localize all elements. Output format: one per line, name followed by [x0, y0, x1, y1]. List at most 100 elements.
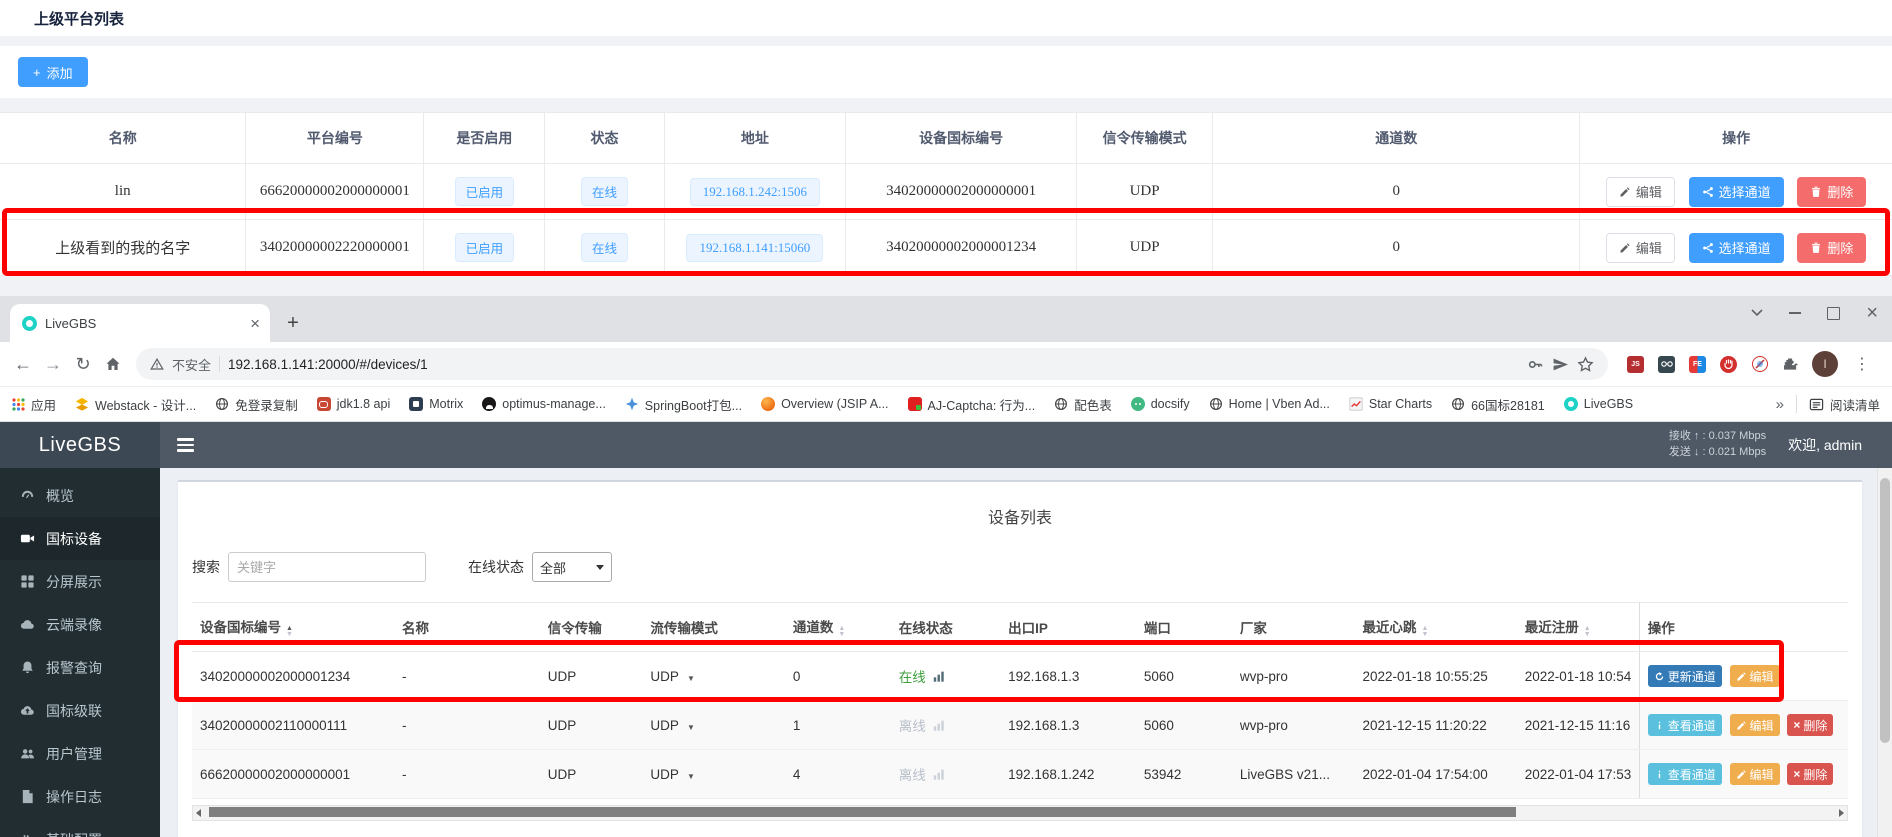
tab-close-icon[interactable]: ×	[250, 315, 260, 332]
profile-avatar[interactable]: I	[1812, 351, 1838, 377]
traffic-chart-icon	[932, 718, 946, 732]
col-header-transport: 信令传输模式	[1077, 113, 1213, 164]
col-header-heartbeat[interactable]: 最近心跳▲▼	[1354, 603, 1516, 652]
sort-icon[interactable]: ▲▼	[286, 626, 293, 638]
edit-button[interactable]: 编辑	[1730, 714, 1780, 736]
pencil-icon	[1736, 671, 1747, 682]
app-logo[interactable]: LiveGBS	[0, 422, 160, 468]
bookmark-star-charts[interactable]: Star Charts	[1349, 397, 1432, 411]
extension-glasses-icon[interactable]	[1657, 355, 1676, 374]
select-channel-button[interactable]: 选择通道	[1689, 233, 1784, 263]
forward-button[interactable]: →	[38, 349, 68, 379]
bookmark-star-icon[interactable]	[1577, 356, 1594, 373]
edit-button[interactable]: 编辑	[1606, 177, 1675, 207]
bookmark-apps[interactable]: 应用	[12, 395, 56, 414]
home-button[interactable]	[98, 349, 128, 379]
scrollbar-thumb[interactable]	[1880, 478, 1890, 743]
window-minimize-button[interactable]	[1789, 312, 1801, 314]
sidebar-item-alarm-query[interactable]: 报警查询	[0, 646, 160, 689]
extension-adblock-hand-icon[interactable]	[1719, 355, 1738, 374]
chevron-down-icon[interactable]	[1751, 309, 1763, 317]
bookmark-docsify[interactable]: docsify	[1131, 397, 1190, 411]
extension-js-icon[interactable]: JS	[1626, 355, 1645, 374]
bookmark-webstack[interactable]: Webstack - 设计...	[75, 395, 196, 414]
sort-icon[interactable]: ▲▼	[1584, 626, 1591, 638]
bookmark-color-table[interactable]: 配色表	[1054, 395, 1112, 414]
reading-list-button[interactable]: 阅读清单	[1809, 395, 1880, 414]
sidebar-item-split-screen[interactable]: 分屏展示	[0, 560, 160, 603]
edit-button[interactable]: 编辑	[1730, 763, 1780, 785]
online-status-select[interactable]: 全部	[532, 552, 612, 582]
sidebar-item-operation-log[interactable]: 操作日志	[0, 775, 160, 818]
col-header-actions: 操作	[1639, 603, 1848, 652]
reload-button[interactable]: ↻	[68, 349, 98, 379]
browser-tab[interactable]: LiveGBS ×	[10, 304, 270, 342]
device-row[interactable]: 66620000002000000001 - UDP UDP▼ 4 离线 192…	[192, 750, 1848, 799]
cell-stream-mode[interactable]: UDP▼	[642, 652, 784, 701]
scrollbar-thumb[interactable]	[209, 807, 1516, 817]
extension-blocker-icon[interactable]	[1750, 355, 1769, 374]
key-icon[interactable]	[1527, 356, 1544, 373]
bookmark-optimus[interactable]: optimus-manage...	[482, 397, 606, 411]
sidebar-item-cloud-recording[interactable]: 云端录像	[0, 603, 160, 646]
edit-button[interactable]: 编辑	[1730, 665, 1780, 687]
bookmark-vben-home[interactable]: Home | Vben Ad...	[1209, 397, 1330, 411]
url-text[interactable]: 192.168.1.141:20000/#/devices/1	[228, 357, 1519, 372]
add-platform-button[interactable]: + 添加	[18, 57, 88, 87]
select-channel-button[interactable]: 选择通道	[1689, 177, 1784, 207]
send-icon[interactable]	[1552, 356, 1569, 373]
window-close-button[interactable]: ×	[1866, 303, 1878, 323]
new-tab-button[interactable]: +	[278, 308, 308, 338]
bookmark-livegbs[interactable]: LiveGBS	[1564, 397, 1633, 411]
cell-stream-mode[interactable]: UDP▼	[642, 750, 784, 799]
window-maximize-button[interactable]	[1827, 307, 1840, 320]
edit-button[interactable]: 编辑	[1606, 233, 1675, 263]
view-channels-button[interactable]: 查看通道	[1648, 763, 1722, 785]
scroll-left-arrow-icon[interactable]	[196, 809, 201, 817]
bookmark-jdk-api[interactable]: jdk1.8 api	[317, 397, 391, 411]
sidebar-item-gb-devices[interactable]: 国标设备	[0, 517, 160, 560]
sort-icon[interactable]: ▲▼	[838, 626, 845, 638]
bookmark-copy-free[interactable]: 免登录复制	[215, 395, 298, 414]
device-table: 设备国标编号▲▼ 名称 信令传输 流传输模式 通道数▲▼ 在线状态 出口IP 端…	[192, 602, 1848, 799]
sidebar-item-overview[interactable]: 概览	[0, 474, 160, 517]
horizontal-scrollbar[interactable]	[192, 805, 1848, 821]
page-vertical-scrollbar[interactable]	[1877, 468, 1892, 837]
cell-stream-mode[interactable]: UDP▼	[642, 701, 784, 750]
security-label[interactable]: 不安全	[172, 355, 211, 374]
welcome-user[interactable]: 欢迎, admin	[1788, 435, 1862, 455]
delete-button[interactable]: ×删除	[1787, 763, 1833, 785]
sidebar-toggle-hamburger-icon[interactable]	[177, 438, 194, 451]
bookmark-gb28181[interactable]: 66国标28181	[1451, 395, 1545, 414]
device-row[interactable]: 34020000002110000111 - UDP UDP▼ 1 离线 192…	[192, 701, 1848, 750]
back-button[interactable]: ←	[8, 349, 38, 379]
view-channels-button[interactable]: 查看通道	[1648, 714, 1722, 736]
search-input[interactable]	[228, 552, 426, 582]
col-header-registered[interactable]: 最近注册▲▼	[1517, 603, 1640, 652]
browser-menu-kebab-icon[interactable]: ⋮	[1850, 354, 1874, 374]
bookmark-overview-jsip[interactable]: Overview (JSIP A...	[761, 397, 888, 411]
delete-button[interactable]: 删除	[1797, 177, 1866, 207]
traffic-chart-icon[interactable]	[932, 669, 946, 683]
device-row-highlighted[interactable]: 34020000002000001234 - UDP UDP▼ 0 在线 192…	[192, 652, 1848, 701]
delete-button[interactable]: 删除	[1797, 233, 1866, 263]
sidebar-item-basic-config[interactable]: 基础配置	[0, 818, 160, 837]
sidebar-item-gb-cascade[interactable]: 国标级联	[0, 689, 160, 732]
sidebar-item-user-management[interactable]: 用户管理	[0, 732, 160, 775]
sort-icon[interactable]: ▲▼	[1421, 626, 1428, 638]
bookmark-aj-captcha[interactable]: AJ-Captcha: 行为...	[908, 395, 1036, 414]
extensions-puzzle-icon[interactable]	[1781, 355, 1800, 374]
scroll-right-arrow-icon[interactable]	[1839, 809, 1844, 817]
update-channels-button[interactable]: 更新通道	[1648, 665, 1722, 687]
bookmark-motrix[interactable]: Motrix	[409, 397, 463, 411]
address-bar[interactable]: 不安全 192.168.1.141:20000/#/devices/1	[136, 348, 1608, 380]
extension-fe-icon[interactable]: FE	[1688, 355, 1707, 374]
col-header-channels[interactable]: 通道数▲▼	[785, 603, 891, 652]
divider	[1796, 395, 1797, 413]
cell-registered: 2022-01-18 10:54	[1517, 652, 1640, 701]
delete-button[interactable]: ×删除	[1787, 714, 1833, 736]
bookmark-springboot[interactable]: SpringBoot打包...	[625, 395, 742, 414]
bookmarks-overflow-icon[interactable]: »	[1776, 396, 1784, 413]
col-header-device-id[interactable]: 设备国标编号▲▼	[192, 603, 394, 652]
col-header-signal: 信令传输	[540, 603, 643, 652]
